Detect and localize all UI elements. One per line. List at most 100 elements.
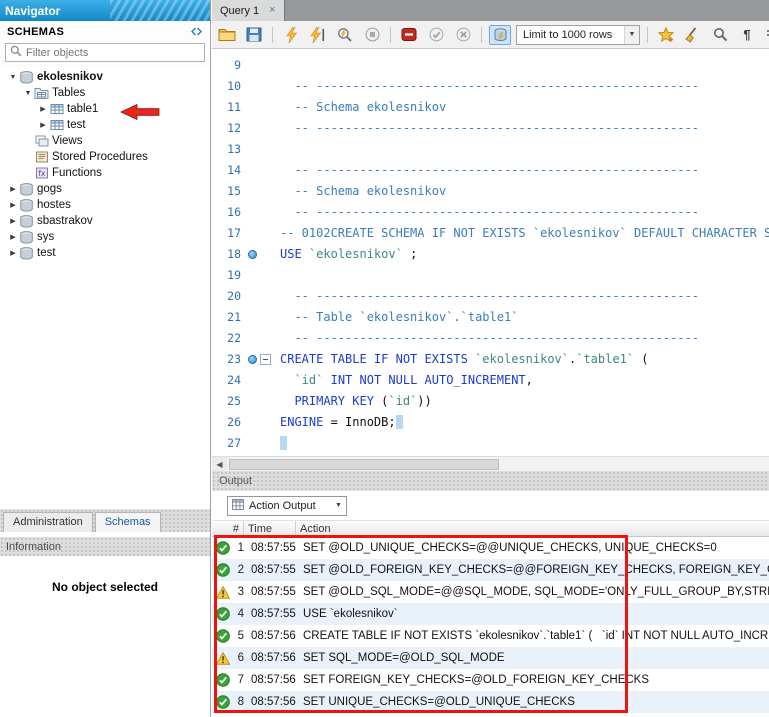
tree-item-tables[interactable]: ▼ Tables bbox=[0, 85, 210, 101]
code-line-11[interactable]: 11 -- Schema ekolesnikov bbox=[212, 97, 769, 118]
row-index: 6 bbox=[230, 652, 244, 664]
success-check-icon bbox=[212, 673, 230, 687]
output-row-2[interactable]: 208:57:55SET @OLD_FOREIGN_KEY_CHECKS=@@F… bbox=[212, 559, 769, 581]
code-text: -- -------------------------------------… bbox=[280, 202, 769, 223]
line-number: 16 bbox=[212, 202, 244, 223]
execute-current-statement-icon[interactable] bbox=[307, 25, 329, 45]
tree-item-label: sbastrakov bbox=[35, 215, 93, 227]
code-line-18[interactable]: 18USE `ekolesnikov` ; bbox=[212, 244, 769, 265]
fold-collapse-icon[interactable] bbox=[260, 354, 271, 365]
editor-horizontal-scrollbar[interactable]: ◀ bbox=[212, 456, 769, 471]
tab-schemas[interactable]: Schemas bbox=[95, 512, 161, 532]
code-line-17[interactable]: 17-- 0102CREATE SCHEMA IF NOT EXISTS `ek… bbox=[212, 223, 769, 244]
code-line-14[interactable]: 14 -- ----------------------------------… bbox=[212, 160, 769, 181]
stop-execution-icon[interactable] bbox=[361, 25, 383, 45]
row-index: 2 bbox=[230, 564, 244, 576]
collapsed-arrow-icon[interactable]: ▶ bbox=[8, 233, 18, 241]
line-number: 13 bbox=[212, 139, 244, 160]
tree-item-sys[interactable]: ▶sys bbox=[0, 229, 210, 245]
sql-code-editor[interactable]: 910 -- ---------------------------------… bbox=[212, 49, 769, 456]
output-view-selector[interactable]: Action Output ▼ bbox=[227, 496, 347, 516]
toggle-stop-on-error-icon[interactable] bbox=[398, 25, 420, 45]
row-index: 8 bbox=[230, 696, 244, 708]
tree-item-label: Views bbox=[50, 135, 82, 147]
explain-plan-icon[interactable] bbox=[334, 25, 356, 45]
expanded-arrow-icon[interactable]: ▼ bbox=[23, 90, 33, 97]
chevron-down-icon[interactable]: ▼ bbox=[624, 26, 639, 44]
code-line-24[interactable]: 24 `id` INT NOT NULL AUTO_INCREMENT, bbox=[212, 370, 769, 391]
output-row-7[interactable]: 708:57:56SET FOREIGN_KEY_CHECKS=@OLD_FOR… bbox=[212, 669, 769, 691]
horizontal-scrollbar-thumb[interactable] bbox=[229, 459, 499, 470]
expanded-arrow-icon[interactable]: ▼ bbox=[8, 74, 18, 81]
open-script-icon[interactable] bbox=[216, 25, 238, 45]
tree-item-test[interactable]: ▶test bbox=[0, 245, 210, 261]
close-tab-icon[interactable]: × bbox=[269, 5, 275, 16]
row-time: 08:57:56 bbox=[244, 696, 296, 708]
expand-panel-icon[interactable] bbox=[190, 25, 203, 39]
code-line-23[interactable]: 23CREATE TABLE IF NOT EXISTS `ekolesniko… bbox=[212, 349, 769, 370]
toggle-invisible-characters-icon[interactable]: ¶ bbox=[736, 25, 758, 45]
code-line-9[interactable]: 9 bbox=[212, 55, 769, 76]
code-line-10[interactable]: 10 -- ----------------------------------… bbox=[212, 76, 769, 97]
navigator-title: Navigator bbox=[0, 4, 60, 18]
tree-item-table1[interactable]: ▶table1 bbox=[0, 101, 210, 117]
tree-item-gogs[interactable]: ▶gogs bbox=[0, 181, 210, 197]
code-line-26[interactable]: 26ENGINE = InnoDB; bbox=[212, 412, 769, 433]
limit-rows-dropdown[interactable]: Limit to 1000 rows ▼ bbox=[516, 25, 640, 45]
collapsed-arrow-icon[interactable]: ▶ bbox=[8, 217, 18, 225]
output-row-8[interactable]: 808:57:56SET UNIQUE_CHECKS=@OLD_UNIQUE_C… bbox=[212, 691, 769, 713]
execute-script-icon[interactable] bbox=[280, 25, 302, 45]
tree-item-label: hostes bbox=[35, 199, 71, 211]
tree-item-functions[interactable]: fxFunctions bbox=[0, 165, 210, 181]
row-action: CREATE TABLE IF NOT EXISTS `ekolesnikov`… bbox=[296, 630, 769, 642]
code-line-20[interactable]: 20 -- ----------------------------------… bbox=[212, 286, 769, 307]
tree-item-ekolesnikov[interactable]: ▼ekolesnikov bbox=[0, 69, 210, 85]
code-text: -- Schema ekolesnikov bbox=[280, 97, 769, 118]
column-header-time[interactable]: Time bbox=[244, 521, 296, 536]
schema-icon bbox=[18, 199, 35, 212]
save-snippet-icon[interactable] bbox=[655, 25, 677, 45]
commit-icon[interactable] bbox=[425, 25, 447, 45]
schemas-section-header[interactable]: SCHEMAS bbox=[0, 21, 210, 42]
code-line-12[interactable]: 12 -- ----------------------------------… bbox=[212, 118, 769, 139]
collapsed-arrow-icon[interactable]: ▶ bbox=[8, 249, 18, 257]
output-row-5[interactable]: 508:57:56CREATE TABLE IF NOT EXISTS `eko… bbox=[212, 625, 769, 647]
tree-item-stored-procedures[interactable]: Stored Procedures bbox=[0, 149, 210, 165]
collapsed-arrow-icon[interactable]: ▶ bbox=[8, 185, 18, 193]
collapsed-arrow-icon[interactable]: ▶ bbox=[38, 121, 48, 129]
tree-item-label: Tables bbox=[50, 87, 85, 99]
chevron-down-icon[interactable]: ▼ bbox=[331, 497, 346, 515]
code-line-22[interactable]: 22 -- ----------------------------------… bbox=[212, 328, 769, 349]
row-action: SET @OLD_FOREIGN_KEY_CHECKS=@@FOREIGN_KE… bbox=[296, 564, 769, 576]
tree-item-hostes[interactable]: ▶ hostes bbox=[0, 197, 210, 213]
output-row-3[interactable]: 308:57:55SET @OLD_SQL_MODE=@@SQL_MODE, S… bbox=[212, 581, 769, 603]
tree-item-sbastrakov[interactable]: ▶ sbastrakov bbox=[0, 213, 210, 229]
code-line-16[interactable]: 16 -- ----------------------------------… bbox=[212, 202, 769, 223]
tab-query-1[interactable]: Query 1 × bbox=[212, 0, 285, 21]
wrap-text-icon[interactable] bbox=[763, 25, 769, 45]
code-line-15[interactable]: 15 -- Schema ekolesnikov bbox=[212, 181, 769, 202]
output-row-4[interactable]: 408:57:55USE `ekolesnikov` bbox=[212, 603, 769, 625]
tree-item-test[interactable]: ▶test bbox=[0, 117, 210, 133]
output-row-1[interactable]: 108:57:55SET @OLD_UNIQUE_CHECKS=@@UNIQUE… bbox=[212, 537, 769, 559]
beautify-script-icon[interactable] bbox=[682, 25, 704, 45]
tab-administration[interactable]: Administration bbox=[3, 512, 93, 532]
column-header-action[interactable]: Action bbox=[296, 521, 769, 536]
code-line-13[interactable]: 13 bbox=[212, 139, 769, 160]
filter-input[interactable] bbox=[26, 47, 200, 59]
code-line-25[interactable]: 25 PRIMARY KEY (`id`)) bbox=[212, 391, 769, 412]
collapsed-arrow-icon[interactable]: ▶ bbox=[8, 201, 18, 209]
save-script-icon[interactable] bbox=[243, 25, 265, 45]
code-line-27[interactable]: 27 bbox=[212, 433, 769, 454]
toggle-autocommit-icon[interactable] bbox=[489, 25, 511, 45]
code-line-21[interactable]: 21 -- Table `ekolesnikov`.`table1` bbox=[212, 307, 769, 328]
rollback-icon[interactable] bbox=[452, 25, 474, 45]
code-line-19[interactable]: 19 bbox=[212, 265, 769, 286]
collapsed-arrow-icon[interactable]: ▶ bbox=[38, 105, 48, 113]
scroll-left-arrow-icon[interactable]: ◀ bbox=[212, 457, 227, 471]
column-header-index[interactable]: # bbox=[212, 521, 244, 536]
tree-item-views[interactable]: Views bbox=[0, 133, 210, 149]
filter-box[interactable] bbox=[5, 43, 205, 62]
output-row-6[interactable]: 608:57:56SET SQL_MODE=@OLD_SQL_MODE bbox=[212, 647, 769, 669]
find-icon[interactable] bbox=[709, 25, 731, 45]
